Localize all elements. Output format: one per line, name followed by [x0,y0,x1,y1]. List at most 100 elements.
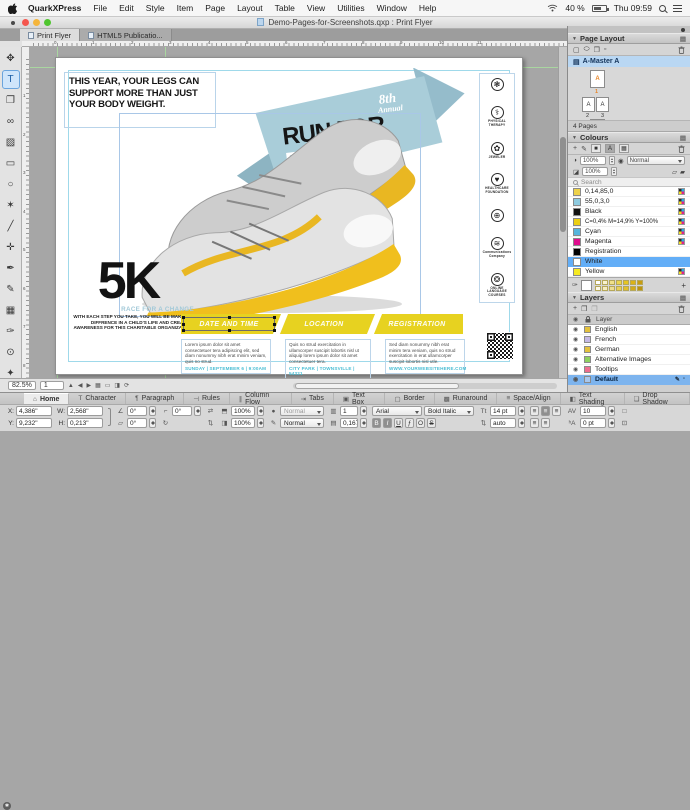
colour-row[interactable]: 55,0,3,0 [568,197,690,207]
registration-text-box[interactable]: Sed diam nonummy nibh erat minim tera ve… [385,339,465,374]
table-tool[interactable]: ▦ [2,301,20,320]
align-center-button[interactable]: ≡ [541,406,550,416]
frame-mode-button[interactable]: ▦ [619,144,629,153]
picture-content-tool[interactable]: ▨ [2,133,20,152]
align-right-button[interactable]: ≡ [552,406,561,416]
layer-row-english[interactable]: ◉English [568,325,690,335]
tab-runaround[interactable]: ▩Runaround [435,393,498,404]
five-k-text-box[interactable]: 5K RACE FOR A CHANGE WITH EACH STEP YOU … [62,258,194,331]
page-up-icon[interactable]: ▲ [68,383,74,389]
ligatures-button[interactable]: ƒ [405,418,414,428]
italic-button[interactable]: I [383,418,392,428]
menu-view[interactable]: View [301,3,331,13]
font-size-stepper[interactable] [518,406,525,416]
colour-row[interactable]: Yellow [568,267,690,277]
menu-style[interactable]: Style [140,3,171,13]
delete-page-icon[interactable] [678,46,685,54]
panel-menu-icon[interactable]: ▤ [680,35,686,43]
unlinking-tool[interactable]: ∞ [2,112,20,131]
duplicate-layer-icon[interactable]: ❐ [581,305,587,313]
gradient-icon-2[interactable]: ▰ [680,168,685,176]
opacity-stepper[interactable] [609,156,615,165]
bold-button[interactable]: B [372,418,381,428]
tab-character[interactable]: TCharacter [69,393,126,404]
prev-page-icon[interactable]: ◀ [78,382,83,389]
menu-window[interactable]: Window [371,3,413,13]
tab-home[interactable]: ⌂Home [24,393,69,404]
wifi-icon[interactable] [547,4,558,12]
small-page-icon[interactable]: ▫ [604,46,606,53]
notification-center-icon[interactable] [673,5,682,12]
leading-stepper[interactable] [518,418,525,428]
swatch-grid[interactable] [595,280,643,291]
item-tool[interactable]: ✥ [2,49,20,68]
view-refresh-icon[interactable]: ⟳ [124,382,129,389]
rotation-field[interactable]: 0° [127,406,147,416]
tracking-stepper[interactable] [608,406,615,416]
vertical-scrollbar[interactable] [558,47,567,378]
view-page-icon[interactable]: ▭ [105,382,111,389]
page-3-thumbnail[interactable]: A [596,97,609,112]
tab-border[interactable]: ▢Border [385,393,434,404]
page-layout-panel-header[interactable]: ▼ Page Layout ▤ [568,33,690,44]
menu-layout[interactable]: Layout [231,3,269,13]
master-page-row[interactable]: ▤ A-Master A [568,56,690,67]
scale-x-stepper[interactable] [257,406,264,416]
zoom-level-field[interactable]: 82.5% [8,381,36,390]
character-style-dropdown[interactable]: Normal [280,418,324,428]
text-color-box-icon[interactable]: □ [620,408,629,415]
underline-button[interactable]: U [394,418,403,428]
paragraph-style-dropdown[interactable]: Normal [280,406,324,416]
freehand-pencil-tool[interactable]: ✎ [2,280,20,299]
dock-options-icon[interactable] [681,28,685,32]
tab-paragraph[interactable]: ¶Paragraph [126,393,184,404]
colours-panel-header[interactable]: ▼ Colours ▤ [568,132,690,143]
layer-row-alternative-images[interactable]: ◉Alternative Images [568,355,690,365]
panel-menu-icon[interactable]: ▤ [680,134,686,142]
leading-field[interactable]: auto [490,418,516,428]
layer-row-tooltips[interactable]: ◉Tooltips [568,365,690,375]
menu-clock[interactable]: Thu 09:59 [614,3,652,13]
tab-rules[interactable]: ⊣Rules [184,393,230,404]
font-style-dropdown[interactable]: Bold Italic [424,406,474,416]
horizontal-scrollbar[interactable] [293,383,557,389]
duplicate-page-icon[interactable]: ❐ [594,46,600,54]
gutter-field[interactable]: 0,167" [340,418,358,428]
corner-radius-field[interactable]: 0° [172,406,192,416]
fill-mode-button[interactable]: ■ [591,144,601,153]
view-split-icon[interactable]: ◨ [114,382,120,389]
point-selection-tool[interactable]: ✛ [2,238,20,257]
layout-canvas[interactable]: THIS YEAR, YOUR LEGS CAN SUPPORT MORE TH… [30,47,558,378]
starburst-tool[interactable]: ✶ [2,196,20,215]
menu-file[interactable]: File [87,3,113,13]
tab-tabs[interactable]: ⇥Tabs [292,393,334,404]
menu-utilities[interactable]: Utilities [331,3,370,13]
scale-y-field[interactable]: 100% [231,418,255,428]
eyedropper-tool[interactable]: ✑ [2,322,20,341]
font-size-field[interactable]: 14 pt [490,406,516,416]
layer-row-french[interactable]: ◉French [568,335,690,345]
strikethrough-button[interactable]: S [427,418,436,428]
delete-layer-icon[interactable] [678,305,685,313]
tab-drop-shadow[interactable]: ❏Drop Shadow [625,393,690,404]
colour-row[interactable]: Black [568,207,690,217]
page-4-thumbnail[interactable] [590,119,605,121]
eye-icon[interactable]: ◉ [573,336,580,343]
text-content-tool[interactable]: T [2,70,20,89]
baseline-shift-field[interactable]: 0 pt [580,418,606,428]
text-mode-button[interactable]: A [605,144,615,153]
menu-table[interactable]: Table [269,3,301,13]
colour-row[interactable]: 0,14,85,0 [568,187,690,197]
view-grid-icon[interactable]: ▦ [95,382,101,389]
align-justify-button[interactable]: ≡ [530,418,539,428]
constrain-proportions-bracket[interactable] [108,408,111,426]
height-field[interactable]: 0,213" [67,418,103,428]
columns-field[interactable]: 1 [340,406,358,416]
eye-icon[interactable]: ◉ [573,366,580,373]
rounded-page-icon[interactable]: ⬭ [584,46,590,54]
align-force-button[interactable]: ≡ [541,418,550,428]
rectangle-box-tool[interactable]: ▭ [2,154,20,173]
next-page-icon[interactable]: ▶ [86,382,91,389]
text-linking-tool[interactable]: ❐ [2,91,20,110]
corner-stepper[interactable] [194,406,201,416]
